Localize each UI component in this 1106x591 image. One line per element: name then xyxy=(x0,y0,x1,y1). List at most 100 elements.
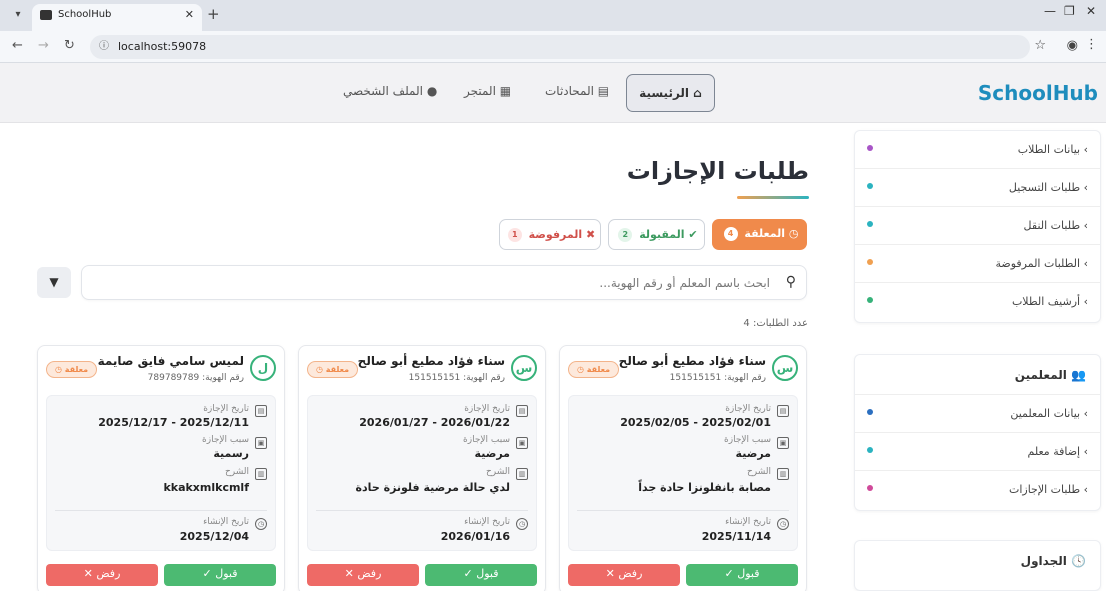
sidebar-schedules-title[interactable]: الجداول 🕓 xyxy=(855,541,1100,581)
accept-button[interactable]: ✓ قبول xyxy=(164,564,276,586)
sidebar-item-students-data[interactable]: بيانات الطلاب ‹ xyxy=(855,131,1100,169)
reject-button[interactable]: ✕ رفض xyxy=(307,564,419,586)
user-icon: ● xyxy=(426,84,438,98)
divider xyxy=(577,510,789,511)
transfer-icon xyxy=(867,221,873,227)
leave-request-card: ل لميس سامي فايق صايمة رقم الهوية: 78978… xyxy=(37,345,285,591)
created-date-value: 2025/11/14 xyxy=(701,530,771,543)
schedules-title-label: الجداول 🕓 xyxy=(1020,554,1086,568)
nav-chats-label: المحادثات xyxy=(545,84,594,98)
avatar: س xyxy=(511,355,537,381)
sidebar-schedules-card: الجداول 🕓 xyxy=(854,540,1101,591)
leave-reason-label: سبب الإجازة xyxy=(202,435,249,445)
tab-search-button[interactable]: ▾ xyxy=(8,6,28,24)
request-details: ▤ تاريخ الإجازة 2026/01/27 - 2026/01/22 … xyxy=(307,395,537,551)
teachers-title-label: المعلمين 👥 xyxy=(1014,368,1086,382)
add-teacher-icon xyxy=(867,447,873,453)
status-badge: ◷ معلقة xyxy=(307,361,359,378)
leave-date-label: تاريخ الإجازة xyxy=(464,404,510,414)
sidebar-item-label: الطلبات المرفوضة ‹ xyxy=(995,257,1088,270)
site-info-icon[interactable]: ⓘ xyxy=(99,35,109,59)
minimize-icon[interactable]: — xyxy=(1044,4,1056,18)
window-close-icon[interactable]: ✕ xyxy=(1086,4,1096,18)
forward-icon[interactable]: → xyxy=(38,38,49,53)
nav-profile[interactable]: الملف الشخصي ● xyxy=(343,84,437,98)
app-header: SchoolHub الرئيسية ⌂ المحادثات ▤ المتجر … xyxy=(0,63,1106,123)
explanation-value: kkakxmlkcmlf xyxy=(163,481,249,494)
search-input[interactable] xyxy=(110,272,770,294)
chat-icon: ▤ xyxy=(597,84,610,98)
divider xyxy=(316,510,528,511)
teacher-name: لميس سامي فايق صايمة xyxy=(97,354,244,368)
teacher-id: رقم الهوية: 789789789 xyxy=(147,373,244,383)
status-badge: ◷ معلقة xyxy=(568,361,620,378)
tab-pending-label: المعلقة xyxy=(744,227,785,240)
sidebar-item-label: طلبات النقل ‹ xyxy=(1023,219,1088,232)
leave-date-label: تاريخ الإجازة xyxy=(725,404,771,414)
document-icon: ▥ xyxy=(777,468,789,480)
leave-requests-icon xyxy=(867,485,873,491)
restore-icon[interactable]: ❐ xyxy=(1064,4,1075,18)
tab-accepted-label: المقبولة xyxy=(639,228,685,241)
leave-reason-label: سبب الإجازة xyxy=(724,435,771,445)
leave-reason-label: سبب الإجازة xyxy=(463,435,510,445)
sidebar-item-add-teacher[interactable]: إضافة معلم ‹ xyxy=(855,433,1100,471)
explanation-value: لدي حالة مرضية فلونزة حادة xyxy=(355,481,510,494)
reload-icon[interactable]: ↻ xyxy=(64,38,75,53)
sidebar-item-students-archive[interactable]: أرشيف الطلاب ‹ xyxy=(855,283,1100,321)
explanation-label: الشرح xyxy=(224,467,249,477)
leave-request-card: س سناء فؤاد مطيع أبو صالح رقم الهوية: 15… xyxy=(559,345,807,591)
tab-pending[interactable]: 4 المعلقة ◷ xyxy=(712,219,807,250)
browser-tab[interactable]: SchoolHub ✕ xyxy=(32,4,202,31)
leave-date-value: 2025/12/17 - 2025/12/11 xyxy=(98,416,249,429)
sidebar-item-transfer-requests[interactable]: طلبات النقل ‹ xyxy=(855,207,1100,245)
nav-store[interactable]: المتجر ▦ xyxy=(464,84,511,98)
clock-icon: 🕓 xyxy=(1071,554,1086,568)
tab-close-icon[interactable]: ✕ xyxy=(185,4,194,26)
profile-icon[interactable]: ◉ xyxy=(1067,38,1078,53)
teacher-id: رقم الهوية: 151515151 xyxy=(408,373,505,383)
explanation-label: الشرح xyxy=(485,467,510,477)
sidebar-teachers-title: المعلمين 👥 xyxy=(855,355,1100,395)
browser-address-bar: ← → ↻ ⓘ localhost:59078 ☆ ◉ ⋮ xyxy=(0,31,1106,63)
sidebar-item-leave-requests[interactable]: طلبات الإجازات ‹ xyxy=(855,471,1100,509)
nav-store-label: المتجر xyxy=(464,84,496,98)
brand-logo[interactable]: SchoolHub xyxy=(978,81,1098,105)
reason-icon: ▣ xyxy=(255,437,267,449)
sidebar-item-label: بيانات الطلاب ‹ xyxy=(1017,143,1088,156)
new-tab-button[interactable]: + xyxy=(207,5,220,23)
leave-date-value: 2026/01/27 - 2026/01/22 xyxy=(359,416,510,429)
reject-button[interactable]: ✕ رفض xyxy=(46,564,158,586)
leave-date-label: تاريخ الإجازة xyxy=(203,404,249,414)
nav-chats[interactable]: المحادثات ▤ xyxy=(545,84,609,98)
nav-home[interactable]: الرئيسية ⌂ xyxy=(626,74,715,112)
sidebar-item-label: طلبات التسجيل ‹ xyxy=(1008,181,1088,194)
filter-button[interactable]: ▼ xyxy=(37,267,71,298)
back-icon[interactable]: ← xyxy=(12,38,23,53)
rejected-icon xyxy=(867,259,873,265)
browser-tab-bar: ▾ SchoolHub ✕ + — ❐ ✕ xyxy=(0,0,1106,31)
avatar: ل xyxy=(250,355,276,381)
teacher-name: سناء فؤاد مطيع أبو صالح xyxy=(357,354,505,368)
reject-button[interactable]: ✕ رفض xyxy=(568,564,680,586)
x-circle-icon: ✖ xyxy=(586,228,596,241)
created-date-value: 2025/12/04 xyxy=(179,530,249,543)
page-title: طلبات الإجازات xyxy=(626,157,809,185)
tab-accepted[interactable]: 2 المقبولة ✔ xyxy=(608,219,705,250)
url-field[interactable]: ⓘ localhost:59078 xyxy=(90,35,1030,59)
tab-rejected-label: المرفوضة xyxy=(528,228,583,241)
sidebar-item-rejected-requests[interactable]: الطلبات المرفوضة ‹ xyxy=(855,245,1100,283)
calendar-icon: ▤ xyxy=(516,405,528,417)
created-date-label: تاريخ الإنشاء xyxy=(203,517,249,527)
leave-request-card: س سناء فؤاد مطيع أبو صالح رقم الهوية: 15… xyxy=(298,345,546,591)
accept-button[interactable]: ✓ قبول xyxy=(686,564,798,586)
bookmark-star-icon[interactable]: ☆ xyxy=(1034,38,1046,53)
accept-button[interactable]: ✓ قبول xyxy=(425,564,537,586)
title-underline xyxy=(737,196,809,199)
sidebar-item-registration-requests[interactable]: طلبات التسجيل ‹ xyxy=(855,169,1100,207)
store-icon: ▦ xyxy=(499,84,512,98)
sidebar-item-teachers-data[interactable]: بيانات المعلمين ‹ xyxy=(855,395,1100,433)
leave-reason-value: مرضية xyxy=(474,447,510,460)
browser-menu-icon[interactable]: ⋮ xyxy=(1085,37,1098,52)
tab-rejected[interactable]: 1 المرفوضة ✖ xyxy=(499,219,601,250)
